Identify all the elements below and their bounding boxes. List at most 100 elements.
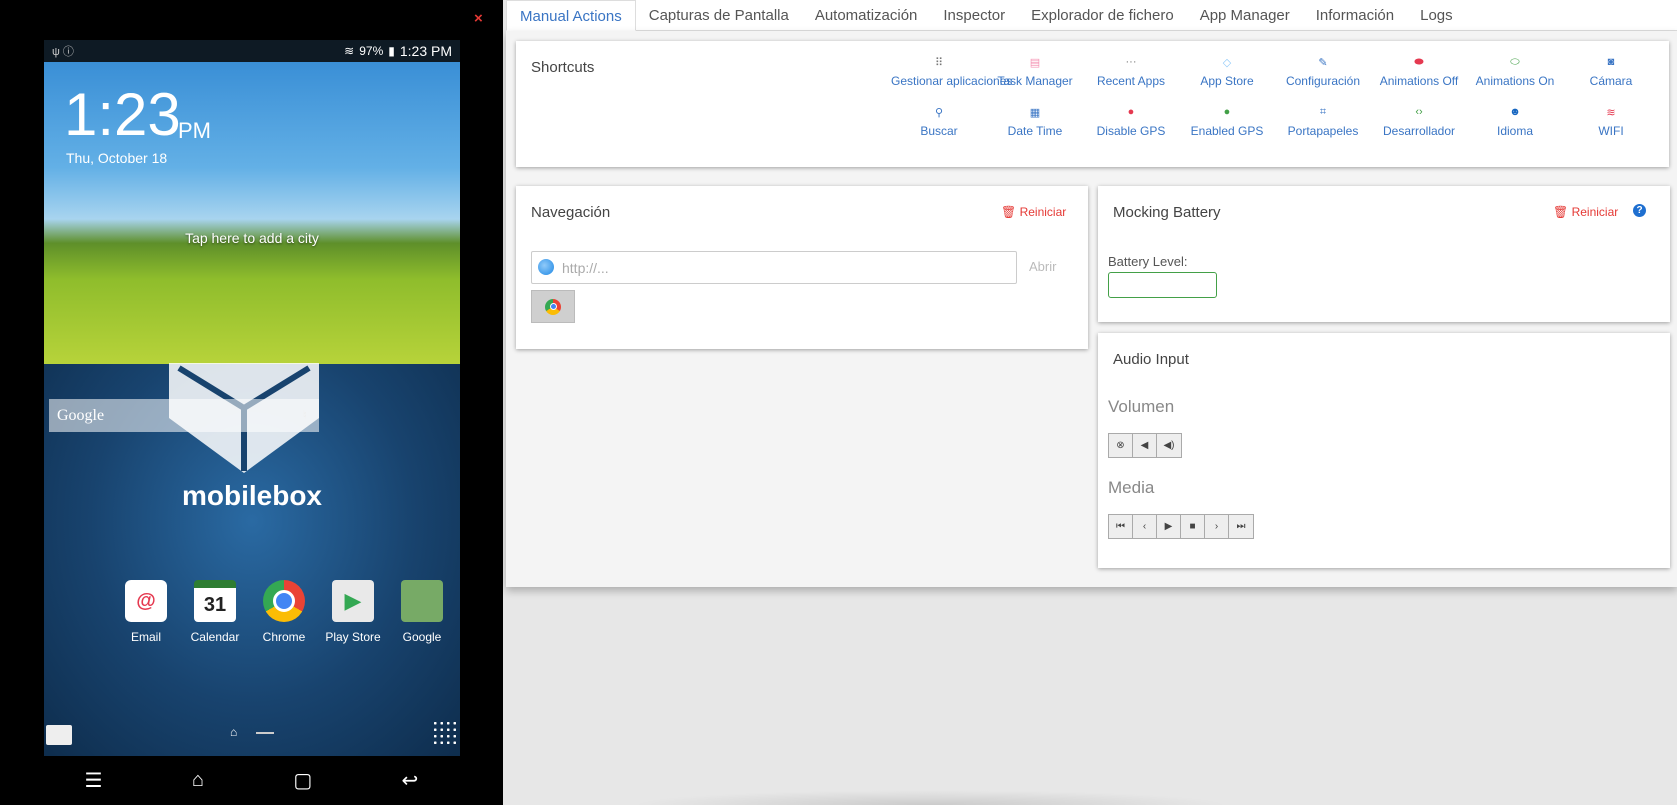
status-bar: ψ ⓘ ≋ 97% ▮ 1:23 PM (44, 40, 460, 62)
trash-icon: 🗑 (1553, 205, 1569, 219)
app-calendar[interactable]: 31 Calendar (183, 580, 247, 644)
navegacion-card: Navegación 🗑 Reiniciar Abrir (516, 186, 1088, 349)
shortcut-grid: ⠿ Gestionar aplicaciones ▤ Task Manager ··… (891, 56, 1669, 138)
clock-date: Thu, October 18 (66, 150, 168, 166)
open-url-button[interactable]: Abrir (1029, 259, 1056, 274)
home-icon[interactable]: ⌂ (192, 769, 204, 792)
users-icon: ☻ (1509, 106, 1521, 118)
shortcut-desarrollador[interactable]: ‹› Desarrollador (1371, 106, 1467, 138)
volume-down-icon[interactable]: ◀ (1133, 434, 1157, 457)
mocking-battery-card: Mocking Battery 🗑 Reiniciar ? Battery Le… (1098, 186, 1670, 322)
crop-icon: ⌗ (1319, 106, 1327, 118)
close-icon[interactable]: × (474, 10, 483, 27)
apps-drawer-icon[interactable] (432, 720, 458, 746)
shortcut-idioma[interactable]: ☻ Idioma (1467, 106, 1563, 138)
tab-automatizacion[interactable]: Automatización (802, 0, 931, 31)
shortcut-recent-apps[interactable]: ··· Recent Apps (1083, 56, 1179, 88)
folder-icon[interactable] (46, 725, 72, 745)
device-nav-bar: ☰ ⌂ ▢ ↩ (0, 756, 503, 805)
tab-explorador[interactable]: Explorador de fichero (1018, 0, 1187, 31)
calendar-icon: ▦ (1029, 107, 1041, 119)
skip-back-icon[interactable]: ⏮ (1109, 515, 1133, 538)
app-email[interactable]: @ Email (114, 580, 178, 644)
tab-app-manager[interactable]: App Manager (1187, 0, 1303, 31)
battery-level-label: Battery Level: (1108, 254, 1188, 269)
shortcut-camara[interactable]: ◙ Cámara (1563, 56, 1659, 88)
play-store-icon: ▶ (332, 580, 374, 622)
app-label: Google (402, 630, 442, 644)
back-icon[interactable]: ↩ (402, 768, 419, 793)
home-page-indicator-icon: ⌂ (230, 725, 238, 739)
google-search-widget[interactable]: Google ♮ (49, 399, 319, 432)
app-google[interactable]: Google (390, 580, 454, 644)
shortcut-configuracion[interactable]: ✎ Configuración (1275, 56, 1371, 88)
shortcut-portapapeles[interactable]: ⌗ Portapapeles (1275, 106, 1371, 138)
clock-ampm: PM (178, 118, 211, 143)
shortcut-date-time[interactable]: ▦ Date Time (987, 106, 1083, 138)
navegacion-reset-button[interactable]: 🗑 Reiniciar (1001, 205, 1066, 219)
chrome-icon (545, 298, 561, 315)
tab-capturas[interactable]: Capturas de Pantalla (636, 0, 802, 31)
compass-icon: ● (1223, 106, 1231, 118)
tab-logs[interactable]: Logs (1407, 0, 1466, 31)
app-label: Calendar (190, 630, 240, 644)
shortcut-animations-off[interactable]: ⬬ Animations Off (1371, 56, 1467, 88)
list-icon: ▤ (1029, 57, 1041, 69)
wrench-icon: ✎ (1318, 57, 1328, 69)
wifi-icon: ≋ (1606, 107, 1616, 119)
shortcuts-card: Shortcuts ⠿ Gestionar aplicaciones ▤ Task … (516, 41, 1669, 167)
help-icon[interactable]: ? (1633, 204, 1646, 217)
open-in-chrome-button[interactable] (531, 290, 575, 323)
audio-title: Audio Input (1113, 351, 1189, 368)
weather-prompt[interactable]: Tap here to add a city (44, 230, 460, 246)
search-icon: ⚲ (934, 107, 944, 119)
navegacion-title: Navegación (531, 204, 611, 221)
shortcut-disable-gps[interactable]: ● Disable GPS (1083, 106, 1179, 138)
shortcut-app-store[interactable]: ◇ App Store (1179, 56, 1275, 88)
clock-time: 1:23 (64, 81, 181, 148)
brand-name: mobilebox (181, 480, 322, 511)
google-folder-icon (401, 580, 443, 622)
url-input[interactable] (531, 251, 1017, 284)
shortcut-buscar[interactable]: ⚲ Buscar (891, 106, 987, 138)
app-label: Chrome (262, 630, 306, 644)
battery-title: Mocking Battery (1113, 204, 1221, 221)
tab-manual-actions[interactable]: Manual Actions (506, 0, 636, 31)
battery-reset-button[interactable]: 🗑 Reiniciar (1553, 205, 1618, 219)
shortcut-task-manager[interactable]: ▤ Task Manager (987, 56, 1083, 88)
stop-icon[interactable]: ■ (1181, 515, 1205, 538)
tag-icon: ◇ (1222, 57, 1232, 69)
app-play-store[interactable]: ▶ Play Store (321, 580, 385, 644)
volume-controls: ⊗ ◀ ◀) (1108, 433, 1182, 458)
next-icon[interactable]: › (1205, 515, 1229, 538)
media-label: Media (1108, 478, 1155, 497)
battery-percent: 97% (359, 44, 384, 58)
toggle-on-icon: ⬭ (1510, 56, 1520, 68)
battery-level-input[interactable] (1108, 272, 1217, 298)
volume-up-icon[interactable]: ◀) (1157, 434, 1181, 457)
previous-icon[interactable]: ‹ (1133, 515, 1157, 538)
recents-icon[interactable]: ▢ (293, 768, 312, 793)
status-icons: ψ ⓘ (52, 46, 74, 58)
shortcut-enabled-gps[interactable]: ● Enabled GPS (1179, 106, 1275, 138)
device-screen[interactable]: ψ ⓘ ≋ 97% ▮ 1:23 PM 1:23 PM Thu, October… (44, 40, 460, 756)
wifi-icon: ≋ (344, 44, 355, 58)
globe-icon (538, 259, 554, 275)
code-icon: ‹› (1415, 106, 1423, 118)
app-chrome[interactable]: Chrome (252, 580, 316, 644)
shortcut-animations-on[interactable]: ⬭ Animations On (1467, 56, 1563, 88)
mute-icon[interactable]: ⊗ (1109, 434, 1133, 457)
play-icon[interactable]: ▶ (1157, 515, 1181, 538)
skip-forward-icon[interactable]: ⏭ (1229, 515, 1253, 538)
shortcut-gestionar-aplicaciones[interactable]: ⠿ Gestionar aplicaciones (891, 56, 1012, 88)
menu-icon[interactable]: ☰ (85, 768, 103, 793)
battery-icon: ▮ (388, 44, 395, 58)
trash-icon: 🗑 (1001, 205, 1017, 219)
tab-informacion[interactable]: Información (1303, 0, 1407, 31)
mic-icon[interactable]: ♮ (303, 408, 307, 423)
camera-icon: ◙ (1607, 56, 1615, 68)
volume-label: Volumen (1108, 397, 1175, 416)
shortcut-wifi[interactable]: ≋ WIFI (1563, 106, 1659, 138)
tab-inspector[interactable]: Inspector (930, 0, 1018, 31)
shortcuts-title: Shortcuts (531, 59, 595, 76)
